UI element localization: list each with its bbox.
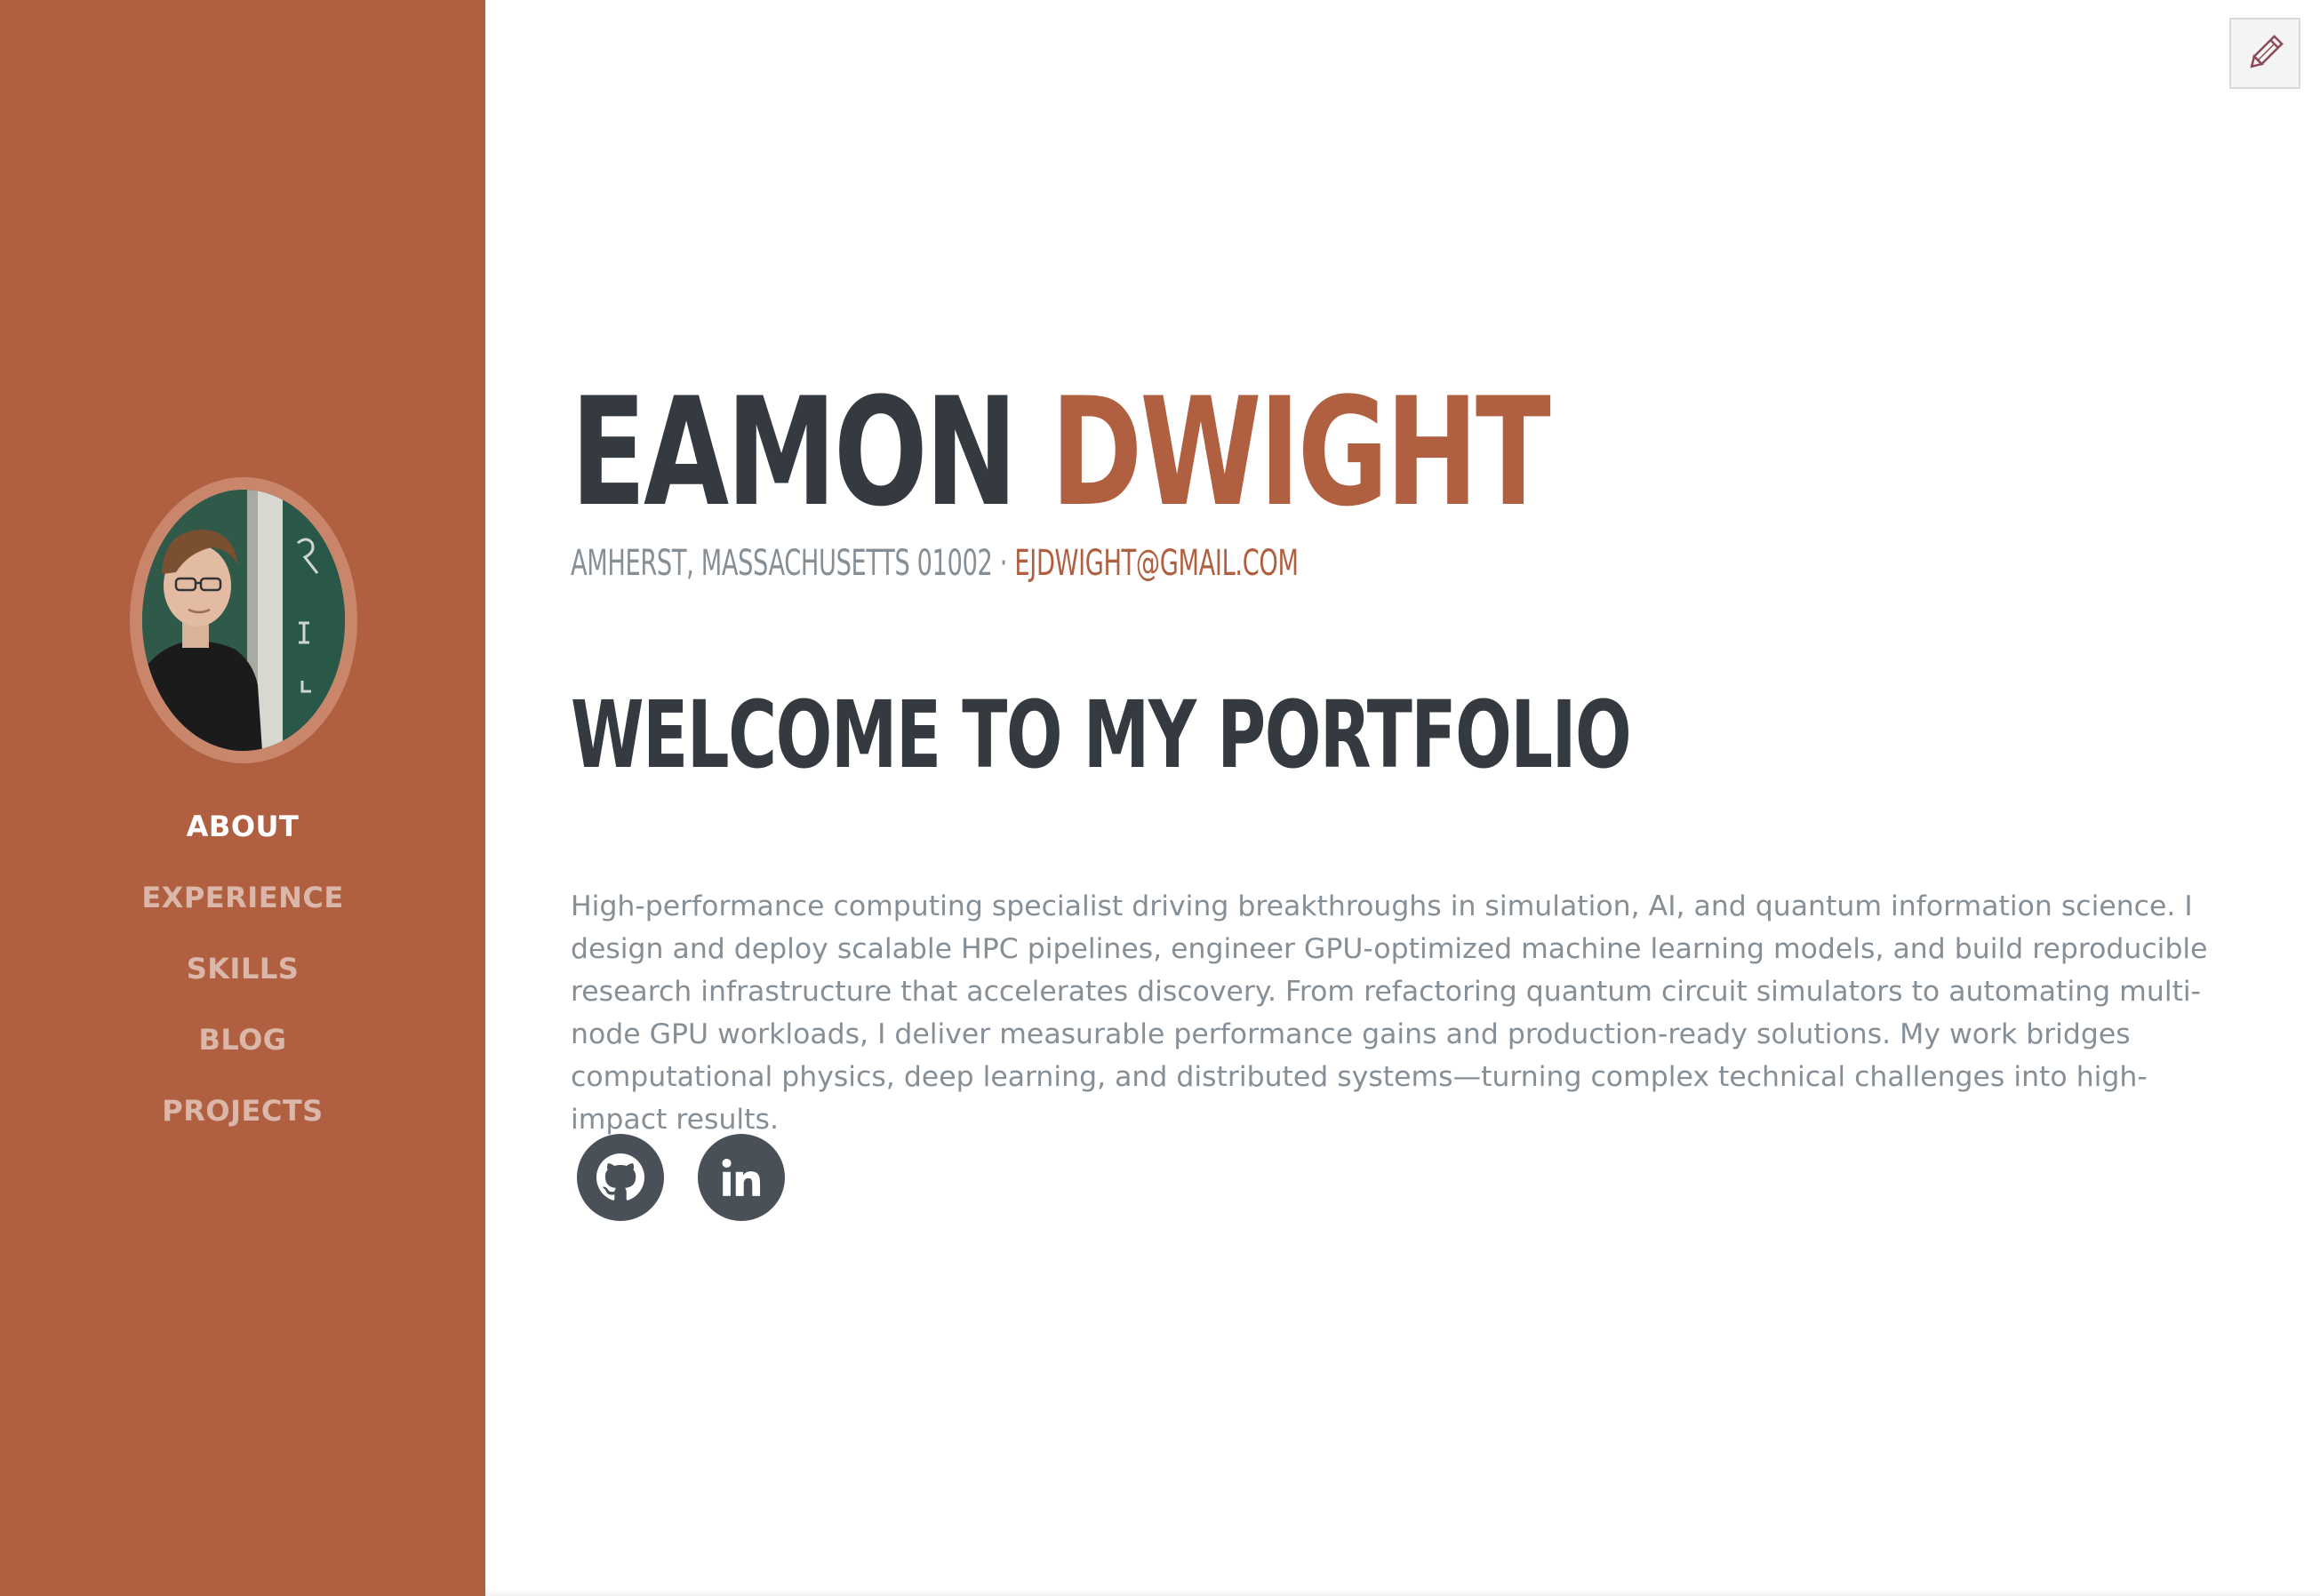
- linkedin-button[interactable]: [698, 1134, 785, 1221]
- avatar: [142, 490, 345, 751]
- last-name: DWIGHT: [1051, 365, 1551, 539]
- pencil-icon: [2250, 35, 2284, 68]
- location-text: AMHERST, MASSACHUSETTS 01002 ·: [571, 543, 1015, 584]
- nav-item-blog[interactable]: BLOG: [0, 1017, 485, 1089]
- nav-item-skills[interactable]: SKILLS: [0, 946, 485, 1017]
- contact-line: AMHERST, MASSACHUSETTS 01002 · EJDWIGHT@…: [571, 543, 1299, 584]
- bio-paragraph: High-performance computing specialist dr…: [571, 890, 2208, 1136]
- social-links: [577, 1134, 785, 1221]
- nav-item-experience[interactable]: EXPERIENCE: [0, 875, 485, 946]
- sidebar-nav: ABOUT EXPERIENCE SKILLS BLOG PROJECTS: [0, 804, 485, 1160]
- github-icon: [596, 1153, 644, 1201]
- nav-item-projects[interactable]: PROJECTS: [0, 1089, 485, 1160]
- first-name: EAMON: [571, 365, 1018, 539]
- avatar-photo: [142, 490, 345, 751]
- linkedin-icon: [722, 1158, 761, 1196]
- email-link[interactable]: EJDWIGHT@GMAIL.COM: [1014, 543, 1298, 584]
- page-title: EAMON DWIGHT: [571, 378, 1551, 527]
- welcome-heading: WELCOME TO MY PORTFOLIO: [571, 681, 1632, 789]
- github-button[interactable]: [577, 1134, 664, 1221]
- avatar-frame: [130, 477, 357, 763]
- nav-item-about[interactable]: ABOUT: [0, 804, 485, 875]
- edit-button[interactable]: [2229, 18, 2300, 89]
- bottom-edge: [485, 1589, 2320, 1596]
- sidebar: ABOUT EXPERIENCE SKILLS BLOG PROJECTS: [0, 0, 485, 1596]
